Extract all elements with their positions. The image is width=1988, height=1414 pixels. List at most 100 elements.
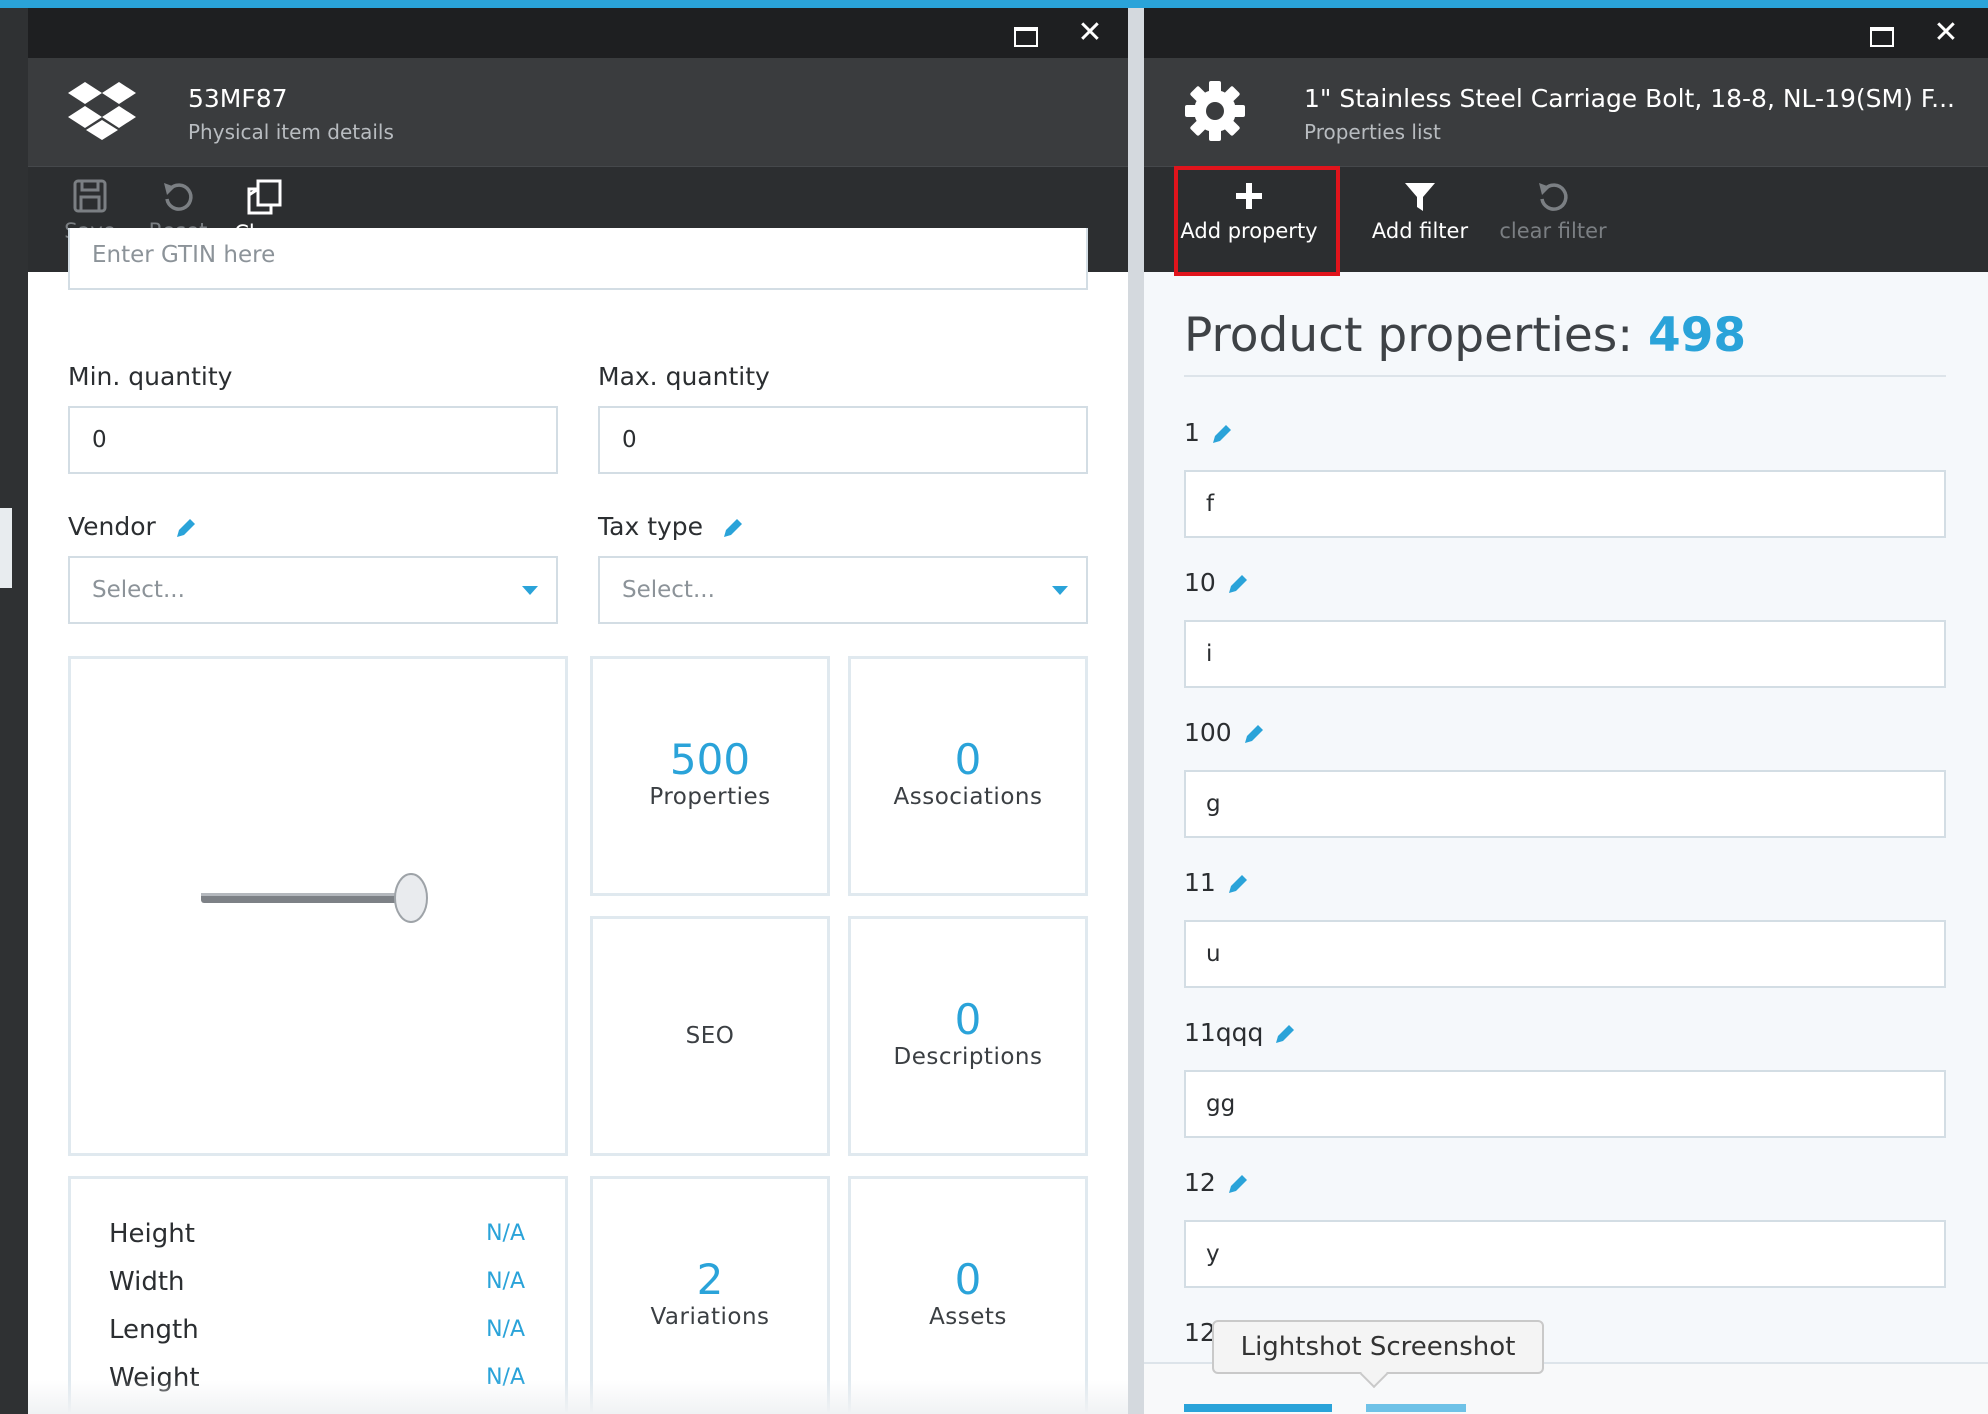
gtin-input[interactable]: Enter GTIN here xyxy=(68,228,1088,290)
property-name-row: 11 xyxy=(1184,868,1250,897)
property-value-input[interactable]: u xyxy=(1184,920,1946,988)
assets-count: 0 xyxy=(954,1255,982,1304)
variations-caption: Variations xyxy=(650,1304,770,1330)
property-value-input[interactable]: gg xyxy=(1184,1070,1946,1138)
dropbox-box-icon xyxy=(68,82,136,140)
property-name-row: 10 xyxy=(1184,568,1250,597)
dimensions-tile[interactable]: Height N/A Width N/A Length N/A Weight N/A xyxy=(68,1176,568,1414)
physical-item-blade: ✕ 53MF87 Physical item details Save Rese… xyxy=(28,8,1128,1414)
close-icon[interactable]: ✕ xyxy=(1930,18,1962,48)
product-image xyxy=(201,873,428,923)
chevron-down-icon xyxy=(522,586,538,595)
descriptions-tile[interactable]: 0 Descriptions xyxy=(848,916,1088,1156)
product-name-title: 1" Stainless Steel Carriage Bolt, 18-8, … xyxy=(1304,84,1955,113)
properties-caption: Properties xyxy=(649,784,771,810)
item-code-title: 53MF87 xyxy=(188,84,288,113)
max-quantity-input[interactable]: 0 xyxy=(598,406,1088,474)
properties-heading: Product properties: 498 xyxy=(1184,308,1946,363)
pencil-icon[interactable] xyxy=(1226,1172,1250,1196)
tax-type-select[interactable]: Select... xyxy=(598,556,1088,624)
property-value: i xyxy=(1206,641,1213,667)
add-property-highlight xyxy=(1174,166,1340,276)
property-name: 11qqq xyxy=(1184,1018,1264,1047)
clear-filter-button[interactable]: clear filter xyxy=(1488,179,1618,243)
property-value: y xyxy=(1206,1241,1220,1267)
maximize-icon[interactable] xyxy=(1864,18,1896,48)
property-value: f xyxy=(1206,491,1215,517)
blade-divider xyxy=(1128,8,1144,1414)
bottom-tab-indicator xyxy=(1184,1404,1332,1412)
max-quantity-label: Max. quantity xyxy=(598,362,770,391)
undo-icon xyxy=(164,183,193,211)
product-image-tile[interactable] xyxy=(68,656,568,1156)
property-value-input[interactable]: y xyxy=(1184,1220,1946,1288)
right-blade-header: 1" Stainless Steel Carriage Bolt, 18-8, … xyxy=(1144,58,1988,166)
bottom-tab-indicator xyxy=(1366,1404,1466,1412)
descriptions-count: 0 xyxy=(954,995,982,1044)
property-value-input[interactable]: g xyxy=(1184,770,1946,838)
property-value-input[interactable]: f xyxy=(1184,470,1946,538)
heading-divider xyxy=(1184,375,1946,377)
tax-type-label-row: Tax type xyxy=(598,512,745,541)
variations-tile[interactable]: 2 Variations xyxy=(590,1176,830,1414)
property-name-row: 11qqq xyxy=(1184,1018,1297,1047)
property-name: 12 xyxy=(1184,1168,1216,1197)
dimension-label: Length xyxy=(109,1315,199,1345)
undo-icon xyxy=(1539,183,1568,211)
assets-caption: Assets xyxy=(929,1304,1007,1330)
vendor-select[interactable]: Select... xyxy=(68,556,558,624)
clear-filter-label: clear filter xyxy=(1499,219,1607,243)
pencil-icon[interactable] xyxy=(1210,422,1234,446)
pencil-icon[interactable] xyxy=(1226,572,1250,596)
seo-tile[interactable]: SEO xyxy=(590,916,830,1156)
pencil-icon[interactable] xyxy=(1226,872,1250,896)
item-subtitle: Physical item details xyxy=(188,120,394,144)
properties-list-subtitle: Properties list xyxy=(1304,120,1441,144)
property-value: gg xyxy=(1206,1091,1236,1117)
assets-tile[interactable]: 0 Assets xyxy=(848,1176,1088,1414)
properties-total: 498 xyxy=(1648,308,1747,363)
property-name: 11 xyxy=(1184,868,1216,897)
tax-type-placeholder: Select... xyxy=(622,577,715,603)
min-quantity-label: Min. quantity xyxy=(68,362,233,391)
previous-blade-edge xyxy=(0,8,28,1414)
right-blade-titlebar: ✕ xyxy=(1144,8,1988,58)
properties-heading-text: Product properties: xyxy=(1184,308,1649,363)
property-name: 10 xyxy=(1184,568,1216,597)
left-blade-header: 53MF87 Physical item details xyxy=(28,58,1128,166)
property-name: 100 xyxy=(1184,718,1232,747)
property-name: 1 xyxy=(1184,418,1200,447)
tax-type-label: Tax type xyxy=(598,512,704,541)
pencil-icon[interactable] xyxy=(174,516,198,540)
maximize-icon[interactable] xyxy=(1008,18,1040,48)
left-blade-titlebar: ✕ xyxy=(28,8,1128,58)
property-name-row: 1 xyxy=(1184,418,1234,447)
left-bottom-fade xyxy=(28,1380,1128,1414)
dimension-row-width: Width N/A xyxy=(109,1267,525,1297)
associations-caption: Associations xyxy=(893,784,1043,810)
dimension-value: N/A xyxy=(486,1221,525,1246)
properties-content: Product properties: 498 1 f 10 i 100 g 1… xyxy=(1184,308,1946,1347)
gtin-placeholder: Enter GTIN here xyxy=(92,242,276,268)
dimension-row-length: Length N/A xyxy=(109,1315,525,1345)
vendor-placeholder: Select... xyxy=(92,577,185,603)
pencil-icon[interactable] xyxy=(1273,1022,1297,1046)
seo-caption: SEO xyxy=(685,1023,735,1049)
clone-icon xyxy=(247,179,282,215)
properties-tile[interactable]: 500 Properties xyxy=(590,656,830,896)
dimension-value: N/A xyxy=(486,1317,525,1342)
pencil-icon[interactable] xyxy=(721,516,745,540)
lightshot-tooltip: Lightshot Screenshot xyxy=(1212,1320,1544,1374)
descriptions-caption: Descriptions xyxy=(893,1044,1043,1070)
min-quantity-input[interactable]: 0 xyxy=(68,406,558,474)
properties-count: 500 xyxy=(669,735,751,784)
add-filter-button[interactable]: Add filter xyxy=(1350,179,1490,243)
close-icon[interactable]: ✕ xyxy=(1074,18,1106,48)
min-quantity-value: 0 xyxy=(92,427,107,453)
pencil-icon[interactable] xyxy=(1242,722,1266,746)
property-value-input[interactable]: i xyxy=(1184,620,1946,688)
dimension-value: N/A xyxy=(486,1269,525,1294)
property-name-row: 12 xyxy=(1184,1168,1250,1197)
previous-blade-tab xyxy=(0,508,12,588)
associations-tile[interactable]: 0 Associations xyxy=(848,656,1088,896)
